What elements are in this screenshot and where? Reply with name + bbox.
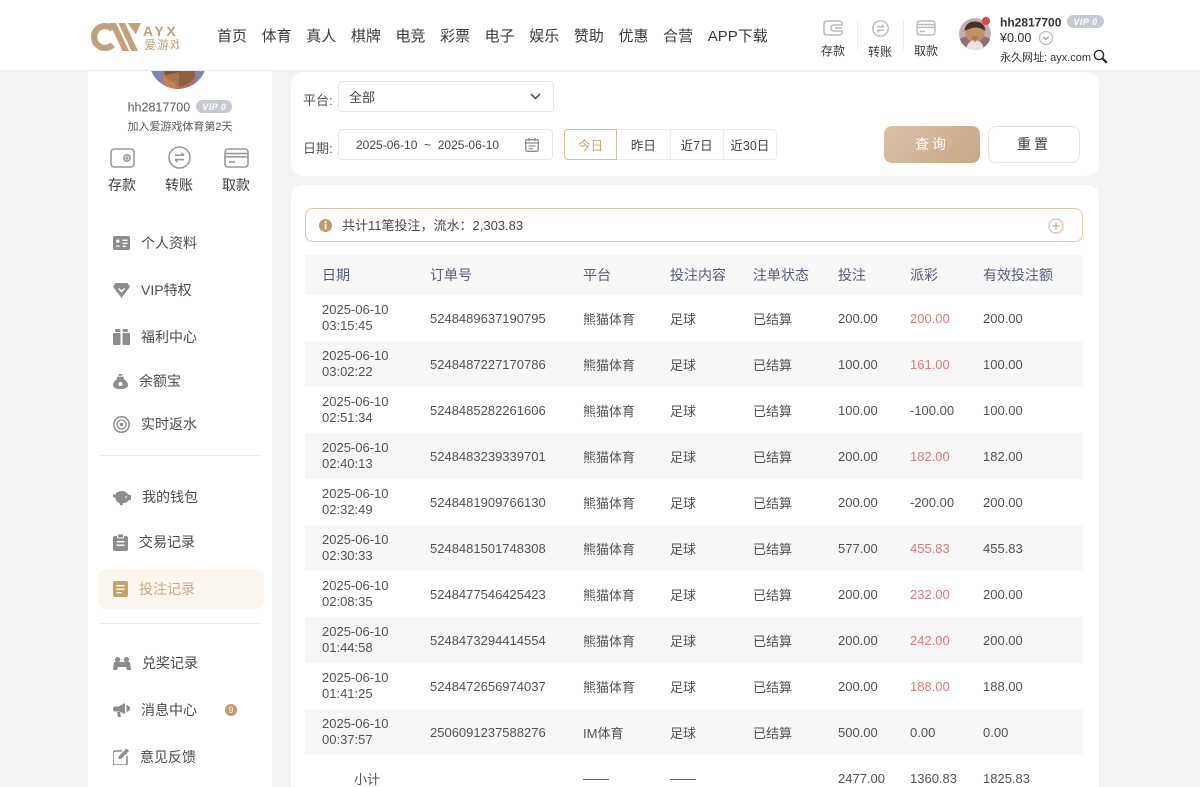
svg-text:爱游戏: 爱游戏 [144,38,179,51]
svg-text:AYX: AYX [143,23,178,39]
